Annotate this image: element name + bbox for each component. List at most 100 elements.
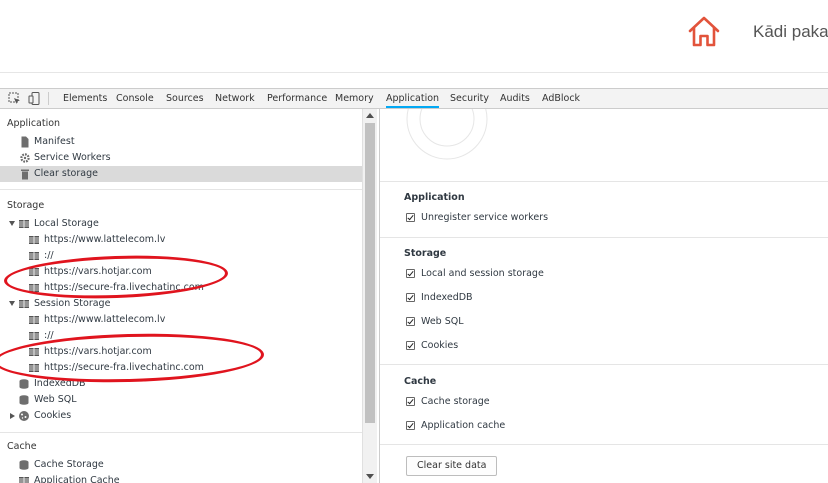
sidebar-item-cache-storage[interactable]: Cache Storage (0, 457, 362, 473)
local-storage-origin[interactable]: https://vars.hotjar.com (0, 264, 362, 280)
sidebar-item-label: Application Cache (34, 475, 120, 483)
checkbox-label: Cookies (421, 340, 459, 351)
sidebar-item-web-sql[interactable]: Web SQL (0, 392, 362, 408)
tab-sources[interactable]: Sources (166, 89, 204, 108)
file-icon (21, 136, 29, 148)
section-title-application: Application (7, 118, 61, 129)
sidebar-item-label: Service Workers (34, 152, 111, 163)
trash-icon (21, 169, 29, 180)
grid-icon (29, 316, 39, 324)
grid-icon (29, 268, 39, 276)
session-storage-origin[interactable]: https://www.lattelecom.lv (0, 312, 362, 328)
devtools-toolbar: Elements Console Sources Network Perform… (0, 88, 828, 109)
checkbox-label: Unregister service workers (421, 212, 549, 223)
expand-arrow-icon[interactable] (9, 301, 15, 306)
origin-label: https://secure-fra.livechatinc.com (44, 362, 204, 373)
checkbox[interactable] (406, 421, 415, 430)
sidebar-item-label: Cache Storage (34, 459, 104, 470)
sidebar-item-label: Clear storage (34, 168, 98, 179)
expand-arrow-icon[interactable] (10, 413, 15, 419)
checkbox[interactable] (406, 397, 415, 406)
session-storage-origin[interactable]: :// (0, 328, 362, 344)
section-divider (380, 444, 828, 445)
section-divider (0, 432, 362, 433)
tab-security[interactable]: Security (450, 89, 489, 108)
section-divider (380, 364, 828, 365)
sidebar-scrollbar[interactable] (362, 109, 377, 483)
section-divider (0, 189, 362, 190)
origin-label: https://vars.hotjar.com (44, 266, 152, 277)
tab-application[interactable]: Application (386, 89, 440, 108)
tab-audits[interactable]: Audits (500, 89, 530, 108)
sidebar-item-cookies[interactable]: Cookies (0, 408, 362, 424)
section-divider (380, 237, 828, 238)
grid-icon (29, 252, 39, 260)
sidebar-item-session-storage[interactable]: Session Storage (0, 296, 362, 312)
inspect-element-icon[interactable] (8, 92, 21, 105)
tab-memory[interactable]: Memory (335, 89, 374, 108)
grid-icon (19, 220, 29, 228)
tab-performance[interactable]: Performance (267, 89, 327, 108)
cookie-icon (19, 411, 29, 421)
sidebar-item-label: Cookies (34, 410, 72, 421)
tab-adblock[interactable]: AdBlock (542, 89, 580, 108)
checkbox[interactable] (406, 269, 415, 278)
sidebar-item-local-storage[interactable]: Local Storage (0, 216, 362, 232)
sidebar-item-manifest[interactable]: Manifest (0, 134, 362, 150)
usage-pie-chart (406, 109, 488, 160)
local-storage-origin[interactable]: :// (0, 248, 362, 264)
scroll-down-arrow-icon[interactable] (366, 474, 374, 479)
clear-section-title-cache: Cache (404, 376, 437, 387)
home-icon[interactable] (686, 14, 722, 50)
database-icon (19, 460, 29, 470)
origin-label: https://secure-fra.livechatinc.com (44, 282, 204, 293)
clear-storage-panel: Application Unregister service workers S… (379, 109, 828, 483)
tab-console[interactable]: Console (116, 89, 154, 108)
local-storage-origin[interactable]: https://www.lattelecom.lv (0, 232, 362, 248)
checkbox[interactable] (406, 317, 415, 326)
sidebar-item-indexeddb[interactable]: IndexedDB (0, 376, 362, 392)
checkbox[interactable] (406, 213, 415, 222)
origin-label: :// (44, 330, 54, 341)
clear-section-title-storage: Storage (404, 248, 447, 259)
origin-label: https://vars.hotjar.com (44, 346, 152, 357)
grid-icon (19, 300, 29, 308)
clear-site-data-button[interactable]: Clear site data (406, 456, 498, 476)
application-sidebar: Application Manifest Service Workers Cle… (0, 109, 377, 483)
scrollbar-thumb[interactable] (365, 123, 375, 423)
sidebar-item-label: Manifest (34, 136, 75, 147)
tab-elements[interactable]: Elements (63, 89, 107, 108)
sidebar-item-clear-storage[interactable]: Clear storage (0, 166, 362, 182)
grid-icon (29, 332, 39, 340)
checkbox-label: Web SQL (421, 316, 464, 327)
website-header: Kādi paka (0, 0, 828, 73)
tab-network[interactable]: Network (215, 89, 255, 108)
checkbox[interactable] (406, 341, 415, 350)
grid-icon (29, 348, 39, 356)
session-storage-origin[interactable]: https://vars.hotjar.com (0, 344, 362, 360)
grid-icon (29, 364, 39, 372)
toolbar-separator (48, 92, 49, 105)
local-storage-origin[interactable]: https://secure-fra.livechatinc.com (0, 280, 362, 296)
section-divider (380, 181, 828, 182)
gear-icon (20, 153, 30, 163)
session-storage-origin[interactable]: https://secure-fra.livechatinc.com (0, 360, 362, 376)
checkbox-label: Cache storage (421, 396, 490, 407)
checkbox[interactable] (406, 293, 415, 302)
checkbox-label: Local and session storage (421, 268, 544, 279)
expand-arrow-icon[interactable] (9, 221, 15, 226)
section-title-storage: Storage (7, 200, 45, 211)
device-toolbar-icon[interactable] (28, 92, 41, 105)
scroll-up-arrow-icon[interactable] (366, 113, 374, 118)
origin-label: :// (44, 250, 54, 261)
database-icon (19, 395, 29, 405)
sidebar-item-application-cache[interactable]: Application Cache (0, 473, 362, 483)
database-icon (19, 379, 29, 389)
sidebar-item-service-workers[interactable]: Service Workers (0, 150, 362, 166)
checkbox-label: Application cache (421, 420, 506, 431)
sidebar-item-label: IndexedDB (34, 378, 86, 389)
sidebar-item-label: Web SQL (34, 394, 77, 405)
site-title: Kādi paka (753, 22, 828, 41)
origin-label: https://www.lattelecom.lv (44, 234, 166, 245)
sidebar-item-label: Session Storage (34, 298, 111, 309)
